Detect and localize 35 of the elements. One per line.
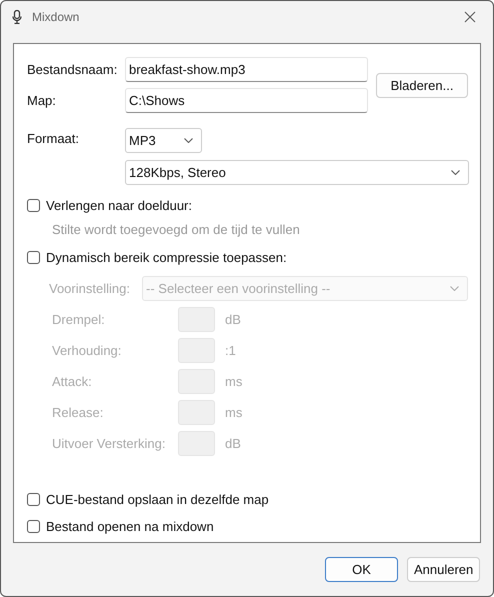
unit-label: dB <box>225 436 241 451</box>
cancel-button[interactable]: Annuleren <box>407 557 480 582</box>
close-icon[interactable] <box>464 11 476 23</box>
unit-label: dB <box>225 312 241 327</box>
field-label: Voorinstelling: <box>49 281 131 296</box>
checkbox[interactable] <box>27 199 40 212</box>
chevron-icon <box>184 138 193 143</box>
microphone-icon <box>12 10 22 24</box>
checkbox[interactable] <box>27 520 40 533</box>
field-label: Release: <box>52 405 104 420</box>
filename-field[interactable]: breakfast-show.mp3 <box>125 57 368 82</box>
checkbox-label: Verlengen naar doelduur: <box>46 198 192 213</box>
field-label: Bestandsnaam: <box>27 62 118 77</box>
field-label: Verhouding: <box>52 343 122 358</box>
hint-text: Stilte wordt toegevoegd om de tijd te vullen <box>52 222 301 237</box>
checkbox-label: Dynamisch bereik compressie toepassen: <box>46 250 287 265</box>
ok-button[interactable]: OK <box>325 557 398 582</box>
chevron-icon <box>450 286 459 291</box>
field-label: Formaat: <box>27 131 80 146</box>
unit-label: :1 <box>225 343 236 358</box>
field-label: Uitvoer Versterking: <box>52 436 166 451</box>
chevron-icon <box>451 170 460 175</box>
quality-dropdown[interactable]: 128Kbps, Stereo <box>125 160 469 185</box>
field-label: Drempel: <box>52 312 106 327</box>
checkbox[interactable] <box>27 493 40 506</box>
window-title: Mixdown <box>32 10 80 24</box>
folder-field[interactable]: C:\Shows <box>125 88 368 113</box>
field-label: Attack: <box>52 374 93 389</box>
unit-label: ms <box>225 405 242 420</box>
format-dropdown[interactable]: MP3 <box>125 128 202 153</box>
checkbox-label: Bestand openen na mixdown <box>46 519 214 534</box>
unit-label: ms <box>225 374 242 389</box>
checkbox-label: CUE-bestand opslaan in dezelfde map <box>46 492 269 507</box>
field-label: Map: <box>27 93 57 108</box>
browse-button[interactable]: Bladeren... <box>376 72 468 98</box>
